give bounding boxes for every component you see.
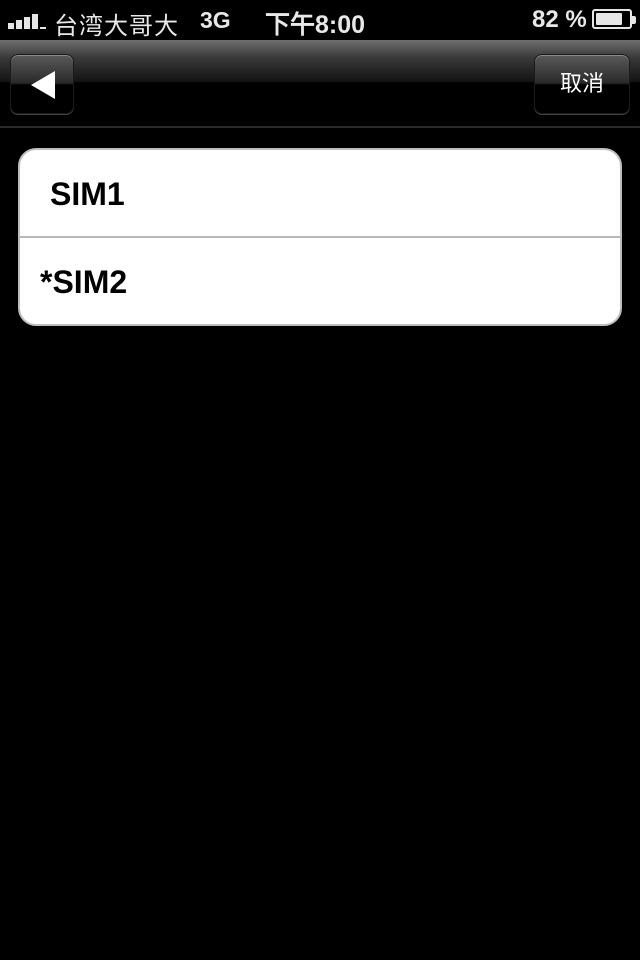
back-button[interactable] [10, 54, 74, 114]
status-bar: 台湾大哥大 3G 下午8:00 82 % [0, 0, 640, 40]
list-item-label: *SIM2 [40, 264, 128, 300]
back-arrow-icon [31, 71, 55, 99]
screen: 台湾大哥大 3G 下午8:00 82 % 取消 SIM1 *SIM2 [0, 0, 640, 960]
clock: 下午8:00 [265, 11, 366, 39]
battery-nub [632, 16, 636, 24]
battery-fill [596, 13, 622, 25]
battery-percentage: 82 % [532, 6, 587, 33]
cancel-button[interactable]: 取消 [534, 54, 630, 114]
list-item-label: SIM1 [50, 176, 125, 212]
battery-icon [592, 9, 636, 29]
navigation-bar: 取消 [0, 40, 640, 128]
list-item-sim2[interactable]: *SIM2 [20, 238, 620, 324]
network-type: 3G [200, 7, 231, 33]
list-item-sim1[interactable]: SIM1 [20, 150, 620, 238]
signal-strength-icon [8, 11, 48, 29]
sim-selection-list: SIM1 *SIM2 [18, 148, 622, 326]
carrier-name: 台湾大哥大 [54, 13, 179, 40]
